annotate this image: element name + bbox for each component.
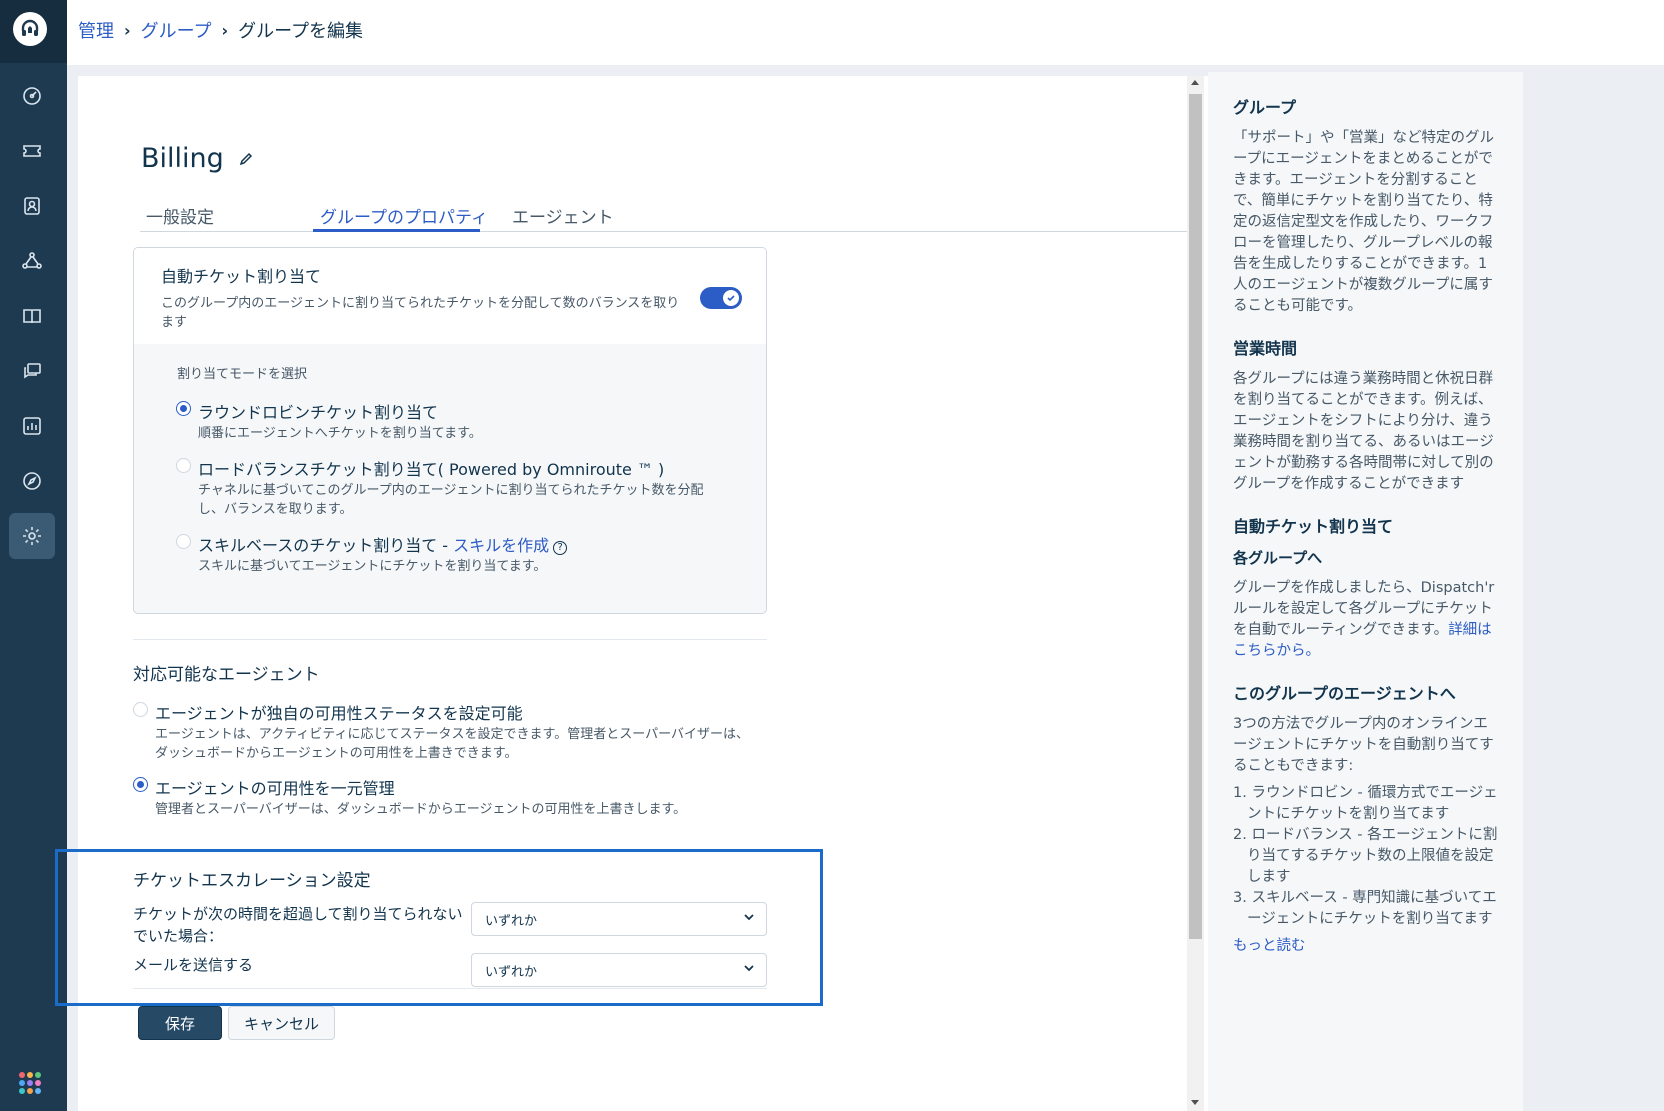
radio-load-balance[interactable]	[176, 458, 191, 473]
help-methods-list: 1. ラウンドロビン - 循環方式でエージェントにチケットを割り当てます 2. …	[1233, 783, 1498, 930]
mode-select-label: 割り当てモードを選択	[177, 367, 308, 382]
sidebar-item-analytics[interactable]	[9, 403, 55, 449]
option-label: ロードバランスチケット割り当て( Powered by Omniroute ™ …	[198, 460, 665, 479]
send-email-label: メールを送信する	[133, 956, 254, 974]
help-groups-text: 「サポート」や「営業」など特定のグループにエージェントをまとめることができます。…	[1233, 130, 1494, 314]
dashboard-icon	[23, 87, 41, 105]
help-business-hours-text: 各グループには違う業務時間と休祝日群を割り当てることができます。例えば、エージェ…	[1233, 371, 1494, 492]
sidebar-item-tickets[interactable]	[9, 128, 55, 174]
sidebar-item-contacts[interactable]	[9, 183, 55, 229]
breadcrumb-admin[interactable]: 管理	[78, 17, 114, 43]
toggle-knob	[723, 290, 739, 306]
option-label: エージェントの可用性を一元管理	[155, 779, 395, 798]
analytics-icon	[23, 417, 41, 435]
chevron-down-icon	[744, 914, 754, 921]
sidebar-item-groups[interactable]	[9, 238, 55, 284]
active-tab-indicator	[313, 229, 480, 232]
escalation-title: チケットエスカレーション設定	[133, 871, 371, 891]
top-header: 管理 › グループ › グループを編集	[67, 0, 1664, 65]
breadcrumb-groups[interactable]: グループ	[141, 17, 212, 43]
help-panel: グループ 「サポート」や「営業」など特定のグループにエージェントをまとめることが…	[1208, 72, 1523, 1111]
read-more-link[interactable]: もっと読む	[1233, 934, 1498, 955]
forums-icon	[24, 363, 41, 379]
option-label: ラウンドロビンチケット割り当て	[198, 403, 439, 422]
escalation-time-select[interactable]: いずれか	[471, 902, 767, 936]
list-item: 1. ラウンドロビン - 循環方式でエージェントにチケットを割り当てます	[1233, 785, 1498, 822]
option-description: エージェントは、アクティビティに応じてステータスを設定できます。管理者とスーパー…	[155, 727, 749, 761]
settings-icon	[23, 527, 41, 545]
breadcrumb-separator: ›	[124, 20, 131, 40]
auto-assign-card: 自動チケット割り当て このグループ内のエージェントに割り当てられたチケットを分配…	[133, 247, 767, 614]
section-divider	[133, 639, 767, 640]
create-skill-link[interactable]: スキルを作成	[453, 536, 549, 555]
help-agents-text: 3つの方法でグループ内のオンラインエージェントにチケットを自動割り当てすることも…	[1233, 716, 1494, 774]
auto-assign-header: 自動チケット割り当て このグループ内のエージェントに割り当てられたチケットを分配…	[134, 248, 766, 344]
tickets-icon	[23, 145, 41, 157]
save-button[interactable]: 保存	[138, 1006, 222, 1040]
help-business-hours-title: 営業時間	[1233, 339, 1298, 358]
auto-assign-toggle[interactable]	[700, 287, 742, 309]
explore-icon	[23, 472, 41, 490]
contacts-icon	[24, 197, 40, 215]
help-auto-assign-title: 自動チケット割り当て	[1233, 517, 1394, 536]
scroll-up-arrow-icon[interactable]	[1191, 80, 1199, 85]
chevron-down-icon	[744, 965, 754, 972]
radio-central-availability[interactable]	[133, 777, 148, 792]
tab-general[interactable]: 一般設定	[146, 203, 214, 228]
auto-assign-description: このグループ内のエージェントに割り当てられたチケットを分配して数のバランスを取り…	[161, 296, 680, 330]
breadcrumb-current: グループを編集	[238, 21, 364, 42]
form-divider	[133, 988, 767, 989]
radio-round-robin[interactable]	[176, 401, 191, 416]
option-description: スキルに基づいてエージェントにチケットを割り当てます。	[198, 559, 547, 574]
list-item: 3. スキルベース - 専門知識に基づいてエージェントにチケットを割り当てます	[1233, 890, 1497, 927]
option-label: エージェントが独自の可用性ステータスを設定可能	[155, 704, 523, 723]
help-to-each-group: 各グループへ	[1233, 549, 1323, 567]
radio-skill-based[interactable]	[176, 534, 191, 549]
apps-grid-icon[interactable]	[19, 1072, 41, 1094]
sidebar-item-dashboard[interactable]	[9, 73, 55, 119]
select-value: いずれか	[485, 914, 538, 929]
group-name: Billing	[141, 143, 224, 174]
radio-agent-self-status[interactable]	[133, 702, 148, 717]
availability-title: 対応可能なエージェント	[133, 665, 320, 685]
select-value: いずれか	[485, 965, 538, 980]
logo-icon[interactable]	[13, 12, 47, 46]
option-label: スキルベースのチケット割り当て - スキルを作成?	[198, 532, 568, 556]
option-description: 管理者とスーパーバイザーは、ダッシュボードからエージェントの可用性を上書きします…	[155, 802, 687, 817]
groups-icon	[22, 252, 42, 269]
scroll-down-arrow-icon[interactable]	[1191, 1100, 1199, 1105]
option-description: 順番にエージェントへチケットを割り当てます。	[198, 426, 482, 441]
auto-assign-title: 自動チケット割り当て	[161, 267, 322, 286]
breadcrumb-separator: ›	[221, 20, 229, 40]
scrollbar-thumb[interactable]	[1189, 94, 1202, 939]
solutions-icon	[23, 309, 41, 324]
page-title: Billing	[141, 143, 254, 174]
help-groups-title: グループ	[1233, 98, 1297, 117]
list-item: 2. ロードバランス - 各エージェントに割り当てするチケット数の上限値を設定し…	[1233, 827, 1498, 885]
send-email-select[interactable]: いずれか	[471, 953, 767, 987]
help-auto-assign-text: グループを作成しましたら、Dispatch'rルールを設定して各グループにチケッ…	[1233, 578, 1498, 662]
edit-pencil-icon[interactable]	[238, 151, 254, 167]
sidebar-item-forums[interactable]	[9, 348, 55, 394]
breadcrumb: 管理 › グループ › グループを編集	[78, 17, 363, 43]
option-label-text: スキルベースのチケット割り当て -	[198, 536, 454, 555]
tab-agents[interactable]: エージェント	[512, 203, 614, 228]
help-circle-icon[interactable]: ?	[553, 541, 568, 555]
sidebar-item-explore[interactable]	[9, 458, 55, 504]
tab-group-properties[interactable]: グループのプロパティ	[320, 203, 488, 228]
cancel-button[interactable]: キャンセル	[228, 1006, 335, 1040]
option-description: チャネルに基づいてこのグループ内のエージェントに割り当てられたチケット数を分配し…	[198, 483, 704, 517]
sidebar-item-settings[interactable]	[9, 513, 55, 559]
check-icon	[727, 295, 735, 302]
main-scrollbar[interactable]	[1187, 76, 1204, 1111]
sidebar-item-solutions[interactable]	[9, 293, 55, 339]
help-agents-title: このグループのエージェントへ	[1233, 684, 1456, 703]
escalation-time-label: チケットが次の時間を超過して割り当てられないでいた場合：	[133, 905, 463, 945]
tab-bar: 一般設定 グループのプロパティ エージェント	[140, 199, 1196, 232]
